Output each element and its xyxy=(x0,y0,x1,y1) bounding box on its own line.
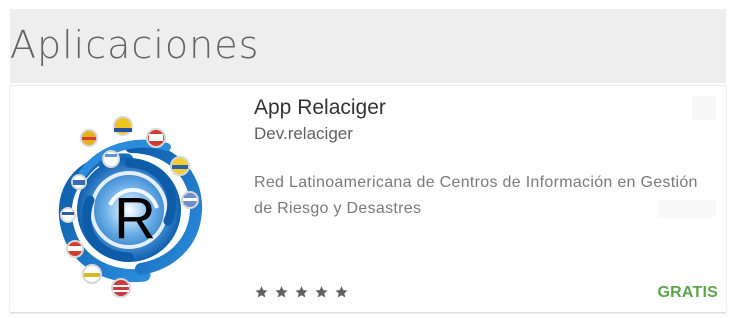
section-title: Aplicaciones xyxy=(10,23,260,67)
star-icon xyxy=(295,286,308,298)
faint-placeholder xyxy=(658,200,716,218)
overflow-menu-placeholder[interactable] xyxy=(692,96,716,120)
icon-letter: R xyxy=(114,186,156,251)
app-description: Red Latinoamericana de Centros de Inform… xyxy=(254,174,698,217)
rating-stars xyxy=(254,285,349,300)
star-icon xyxy=(315,286,328,298)
app-developer[interactable]: Dev.relaciger xyxy=(254,124,353,144)
section-header: Aplicaciones xyxy=(10,9,726,83)
star-icon xyxy=(335,286,348,298)
relaciger-app-icon[interactable]: R xyxy=(32,98,222,298)
app-store-page: Aplicaciones R App Relaciger Dev.relacig… xyxy=(0,0,736,318)
star-icon xyxy=(255,286,268,298)
app-card[interactable]: R App Relaciger Dev.relaciger Red Latino… xyxy=(10,85,726,312)
app-title[interactable]: App Relaciger xyxy=(254,96,386,120)
price-label[interactable]: GRATIS xyxy=(658,284,718,302)
star-icon xyxy=(275,286,288,298)
